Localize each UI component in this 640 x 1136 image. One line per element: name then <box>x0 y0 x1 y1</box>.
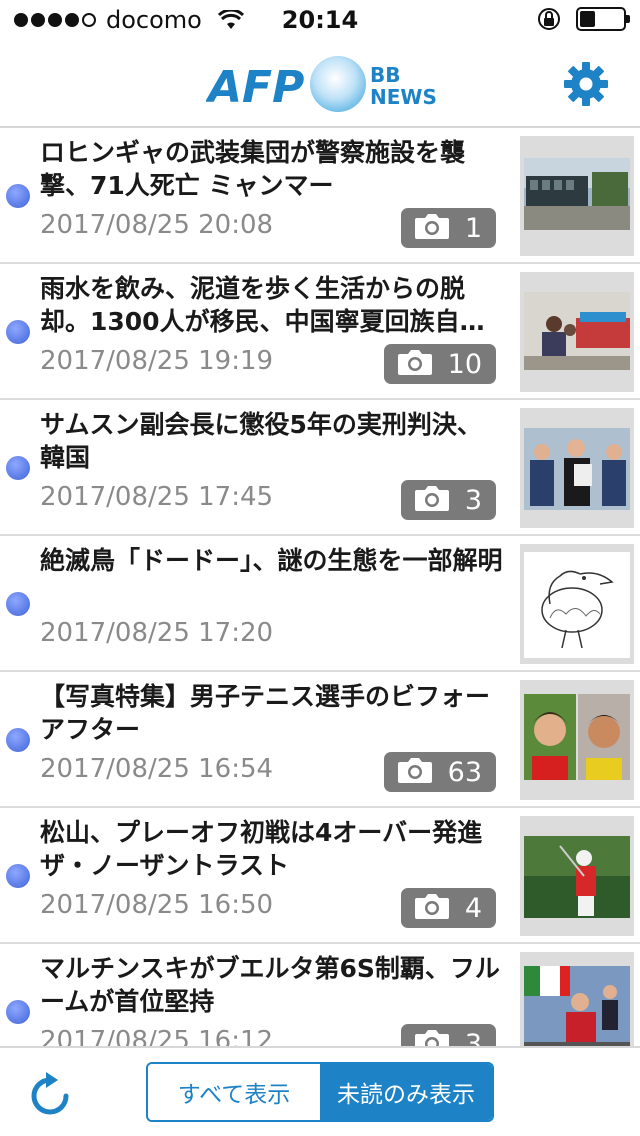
camera-icon <box>413 1028 451 1046</box>
article-thumbnail <box>520 136 634 256</box>
article-title: ロヒンギャの武装集団が警察施設を襲撃、71人死亡 ミャンマー <box>40 138 466 200</box>
orientation-lock-icon <box>538 8 560 30</box>
article-row[interactable]: 松山、プレーオフ初戦は4オーバー発進 ザ・ノーザントラスト 2017/08/25 … <box>0 808 640 944</box>
bottom-toolbar: すべて表示 未読のみ表示 <box>0 1046 640 1136</box>
photo-count-badge: 3 <box>400 480 496 520</box>
app-header: AFP BB NEWS <box>0 40 640 128</box>
unread-indicator-icon <box>6 184 30 208</box>
article-thumbnail <box>520 544 634 664</box>
photo-count: 63 <box>447 756 482 788</box>
camera-icon <box>413 212 451 244</box>
article-title: 絶滅鳥「ドードー」、謎の生態を一部解明 <box>40 546 503 575</box>
article-title: マルチンスキがブエルタ第6S制覇、フルームが首位堅持 <box>40 954 500 1016</box>
article-list[interactable]: ロヒンギャの武装集団が警察施設を襲撃、71人死亡 ミャンマー 2017/08/25… <box>0 128 640 1046</box>
photo-count-badge: 63 <box>383 752 496 792</box>
article-title: サムスン副会長に懲役5年の実刑判決、韓国 <box>40 410 482 472</box>
battery-level <box>580 11 595 27</box>
filter-segmented-control[interactable]: すべて表示 未読のみ表示 <box>146 1062 494 1122</box>
camera-icon <box>396 348 434 380</box>
article-thumbnail <box>520 816 634 936</box>
article-row[interactable]: サムスン副会長に懲役5年の実刑判決、韓国 2017/08/25 17:45 3 <box>0 400 640 536</box>
article-date: 2017/08/25 16:54 <box>40 754 274 784</box>
unread-indicator-icon <box>6 320 30 344</box>
photo-count-badge: 4 <box>400 888 496 928</box>
unread-indicator-icon <box>6 592 30 616</box>
unread-indicator-icon <box>6 864 30 888</box>
afp-bb-news-logo: AFP BB NEWS <box>206 56 436 113</box>
article-row[interactable]: 絶滅鳥「ドードー」、謎の生態を一部解明 2017/08/25 17:20 <box>0 536 640 672</box>
photo-count-badge: 3 <box>400 1024 496 1047</box>
logo-news-text: NEWS <box>370 85 436 109</box>
article-thumbnail <box>520 952 634 1046</box>
gear-icon[interactable] <box>562 60 610 108</box>
camera-icon <box>413 484 451 516</box>
refresh-icon[interactable] <box>28 1070 72 1118</box>
camera-icon <box>413 892 451 924</box>
battery-icon <box>576 7 630 31</box>
photo-count: 10 <box>447 348 482 380</box>
article-title: 【写真特集】男子テニス選手のビフォーアフター <box>40 682 491 744</box>
show-all-button[interactable]: すべて表示 <box>148 1064 320 1120</box>
article-row[interactable]: 雨水を飲み、泥道を歩く生活からの脱却。1300人が移民、中国寧夏回族自… 2017… <box>0 264 640 400</box>
article-date: 2017/08/25 19:19 <box>40 346 274 376</box>
article-row[interactable]: マルチンスキがブエルタ第6S制覇、フルームが首位堅持 2017/08/25 16:… <box>0 944 640 1046</box>
photo-count-badge: 1 <box>400 208 496 248</box>
article-thumbnail <box>520 408 634 528</box>
article-date: 2017/08/25 20:08 <box>40 210 274 240</box>
article-row[interactable]: ロヒンギャの武装集団が警察施設を襲撃、71人死亡 ミャンマー 2017/08/25… <box>0 128 640 264</box>
status-bar: docomo 20:14 <box>0 0 640 40</box>
unread-indicator-icon <box>6 728 30 752</box>
photo-count: 4 <box>464 892 482 924</box>
logo-bb-text: BB <box>370 63 401 87</box>
photo-count: 3 <box>464 1028 482 1047</box>
article-date: 2017/08/25 16:12 <box>40 1026 274 1046</box>
article-row[interactable]: 【写真特集】男子テニス選手のビフォーアフター 2017/08/25 16:54 63 <box>0 672 640 808</box>
show-unread-only-button[interactable]: 未読のみ表示 <box>320 1064 492 1120</box>
article-thumbnail <box>520 680 634 800</box>
article-date: 2017/08/25 17:45 <box>40 482 274 512</box>
article-title: 松山、プレーオフ初戦は4オーバー発進 ザ・ノーザントラスト <box>40 818 483 880</box>
logo-afp-text: AFP <box>206 62 304 113</box>
article-title: 雨水を飲み、泥道を歩く生活からの脱却。1300人が移民、中国寧夏回族自… <box>40 274 485 336</box>
article-thumbnail <box>520 272 634 392</box>
photo-count-badge: 10 <box>383 344 496 384</box>
unread-indicator-icon <box>6 1000 30 1024</box>
article-date: 2017/08/25 17:20 <box>40 618 274 648</box>
photo-count: 1 <box>464 212 482 244</box>
camera-icon <box>396 756 434 788</box>
unread-indicator-icon <box>6 456 30 480</box>
article-date: 2017/08/25 16:50 <box>40 890 274 920</box>
photo-count: 3 <box>464 484 482 516</box>
